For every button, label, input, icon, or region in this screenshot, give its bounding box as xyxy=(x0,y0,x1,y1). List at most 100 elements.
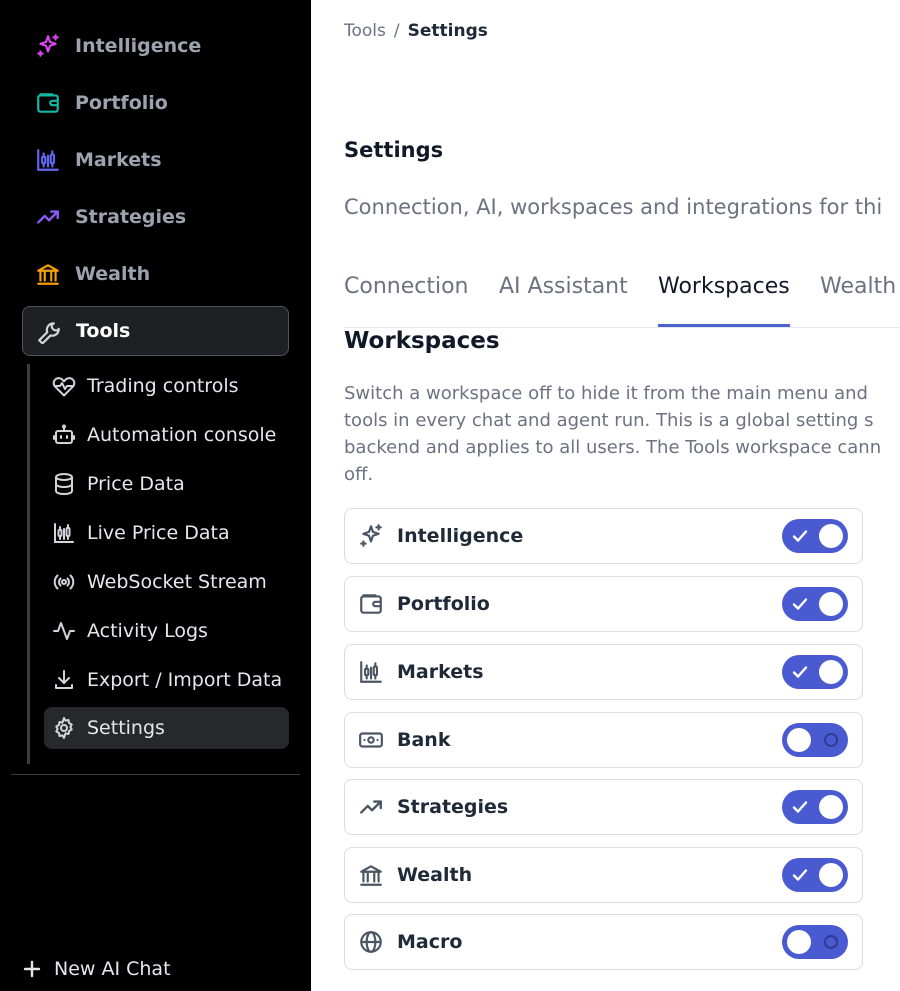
description-line: off. xyxy=(344,464,374,485)
new-ai-chat-button[interactable]: New AI Chat xyxy=(20,954,171,984)
page-title: Settings xyxy=(344,138,444,162)
tab-ai-assistant[interactable]: AI Assistant xyxy=(499,274,628,327)
bank-icon xyxy=(358,862,384,888)
nav-item-label: Tools xyxy=(76,320,131,342)
subnav-item-export-import-data[interactable]: Export / Import Data xyxy=(44,659,289,701)
broadcast-icon xyxy=(52,570,76,594)
nav-item-label: Wealth xyxy=(75,263,151,285)
description-line: Switch a workspace off to hide it from t… xyxy=(344,383,868,404)
subnav-item-automation-console[interactable]: Automation console xyxy=(44,414,289,456)
nav-item-intelligence[interactable]: Intelligence xyxy=(22,21,289,71)
circle-off-icon xyxy=(822,933,840,951)
heart-pulse-icon xyxy=(52,374,76,398)
nav-item-label: Strategies xyxy=(75,206,187,228)
toggle-knob xyxy=(819,863,843,887)
workspace-row-markets: Markets xyxy=(344,644,863,700)
bank-icon xyxy=(35,261,61,287)
description-line: tools in every chat and agent run. This … xyxy=(344,410,874,431)
toggle-knob xyxy=(819,592,843,616)
workspace-row-macro: Macro xyxy=(344,914,863,970)
workspace-toggle-intelligence[interactable] xyxy=(782,519,848,553)
subnav-item-live-price-data[interactable]: Live Price Data xyxy=(44,512,289,554)
workspace-row-intelligence: Intelligence xyxy=(344,508,863,564)
subnav-item-trading-controls[interactable]: Trading controls xyxy=(44,365,289,407)
check-icon xyxy=(791,663,809,681)
check-icon xyxy=(791,527,809,545)
breadcrumb: Tools / Settings xyxy=(344,21,488,41)
toggle-knob xyxy=(787,728,811,752)
workspace-label: Macro xyxy=(397,931,463,953)
sparkles-icon xyxy=(358,523,384,549)
gear-icon xyxy=(52,716,76,740)
workspace-label: Bank xyxy=(397,729,451,751)
check-icon xyxy=(791,595,809,613)
subnav-rail xyxy=(27,364,30,764)
nav-item-strategies[interactable]: Strategies xyxy=(22,192,289,242)
breadcrumb-separator: / xyxy=(393,21,400,41)
workspace-label: Wealth xyxy=(397,864,473,886)
description-line: backend and applies to all users. The To… xyxy=(344,437,882,458)
toggle-knob xyxy=(819,795,843,819)
activity-icon xyxy=(52,619,76,643)
trending-up-icon xyxy=(35,204,61,230)
subnav-item-label: WebSocket Stream xyxy=(87,571,267,593)
candlestick-icon xyxy=(35,147,61,173)
subnav-item-activity-logs[interactable]: Activity Logs xyxy=(44,610,289,652)
new-ai-chat-label: New AI Chat xyxy=(54,958,171,980)
nav-item-wealth[interactable]: Wealth xyxy=(22,249,289,299)
subnav-item-label: Price Data xyxy=(87,473,185,495)
workspace-row-portfolio: Portfolio xyxy=(344,576,863,632)
workspace-row-bank: Bank xyxy=(344,712,863,768)
nav-item-markets[interactable]: Markets xyxy=(22,135,289,185)
sparkles-icon xyxy=(35,33,61,59)
workspace-label: Intelligence xyxy=(397,525,524,547)
toggle-knob xyxy=(819,660,843,684)
settings-tabs: Connection AI Assistant Workspaces Wealt… xyxy=(344,266,900,328)
subnav-item-settings[interactable]: Settings xyxy=(44,707,289,749)
workspace-label: Portfolio xyxy=(397,593,490,615)
subnav-item-price-data[interactable]: Price Data xyxy=(44,463,289,505)
trending-up-icon xyxy=(358,794,384,820)
tab-wealth[interactable]: Wealth xyxy=(820,274,896,327)
nav-item-portfolio[interactable]: Portfolio xyxy=(22,78,289,128)
wrench-icon xyxy=(36,318,62,344)
database-icon xyxy=(52,472,76,496)
tab-workspaces[interactable]: Workspaces xyxy=(658,274,790,327)
subnav-item-label: Automation console xyxy=(87,424,277,446)
circle-off-icon xyxy=(822,731,840,749)
workspace-toggle-macro[interactable] xyxy=(782,925,848,959)
toggle-knob xyxy=(787,930,811,954)
sidebar: Intelligence Portfolio Markets Strategie… xyxy=(0,0,311,991)
workspace-label: Markets xyxy=(397,661,484,683)
section-title: Workspaces xyxy=(344,328,500,354)
workspace-toggle-wealth[interactable] xyxy=(782,858,848,892)
subnav-item-label: Activity Logs xyxy=(87,620,208,642)
toggle-knob xyxy=(819,524,843,548)
nav-item-label: Markets xyxy=(75,149,162,171)
breadcrumb-current: Settings xyxy=(407,21,488,41)
workspace-toggle-markets[interactable] xyxy=(782,655,848,689)
subnav-item-websocket-stream[interactable]: WebSocket Stream xyxy=(44,561,289,603)
sidebar-divider xyxy=(11,774,300,775)
workspace-label: Strategies xyxy=(397,796,509,818)
page-subtitle: Connection, AI, workspaces and integrati… xyxy=(344,195,883,219)
wallet-icon xyxy=(358,591,384,617)
wallet-icon xyxy=(35,90,61,116)
main-content: Tools / Settings Settings Connection, AI… xyxy=(311,0,900,991)
tab-connection[interactable]: Connection xyxy=(344,274,468,327)
subnav-item-label: Live Price Data xyxy=(87,522,230,544)
nav-item-label: Portfolio xyxy=(75,92,168,114)
plus-icon xyxy=(20,957,44,981)
subnav-item-label: Trading controls xyxy=(87,375,239,397)
workspace-toggle-strategies[interactable] xyxy=(782,790,848,824)
workspace-toggle-bank[interactable] xyxy=(782,723,848,757)
candlestick-icon xyxy=(52,521,76,545)
check-icon xyxy=(791,798,809,816)
workspace-row-strategies: Strategies xyxy=(344,779,863,835)
workspace-toggle-portfolio[interactable] xyxy=(782,587,848,621)
nav-item-tools[interactable]: Tools xyxy=(22,306,289,356)
download-icon xyxy=(52,668,76,692)
banknote-icon xyxy=(358,727,384,753)
globe-icon xyxy=(358,929,384,955)
breadcrumb-link-tools[interactable]: Tools xyxy=(344,21,386,41)
